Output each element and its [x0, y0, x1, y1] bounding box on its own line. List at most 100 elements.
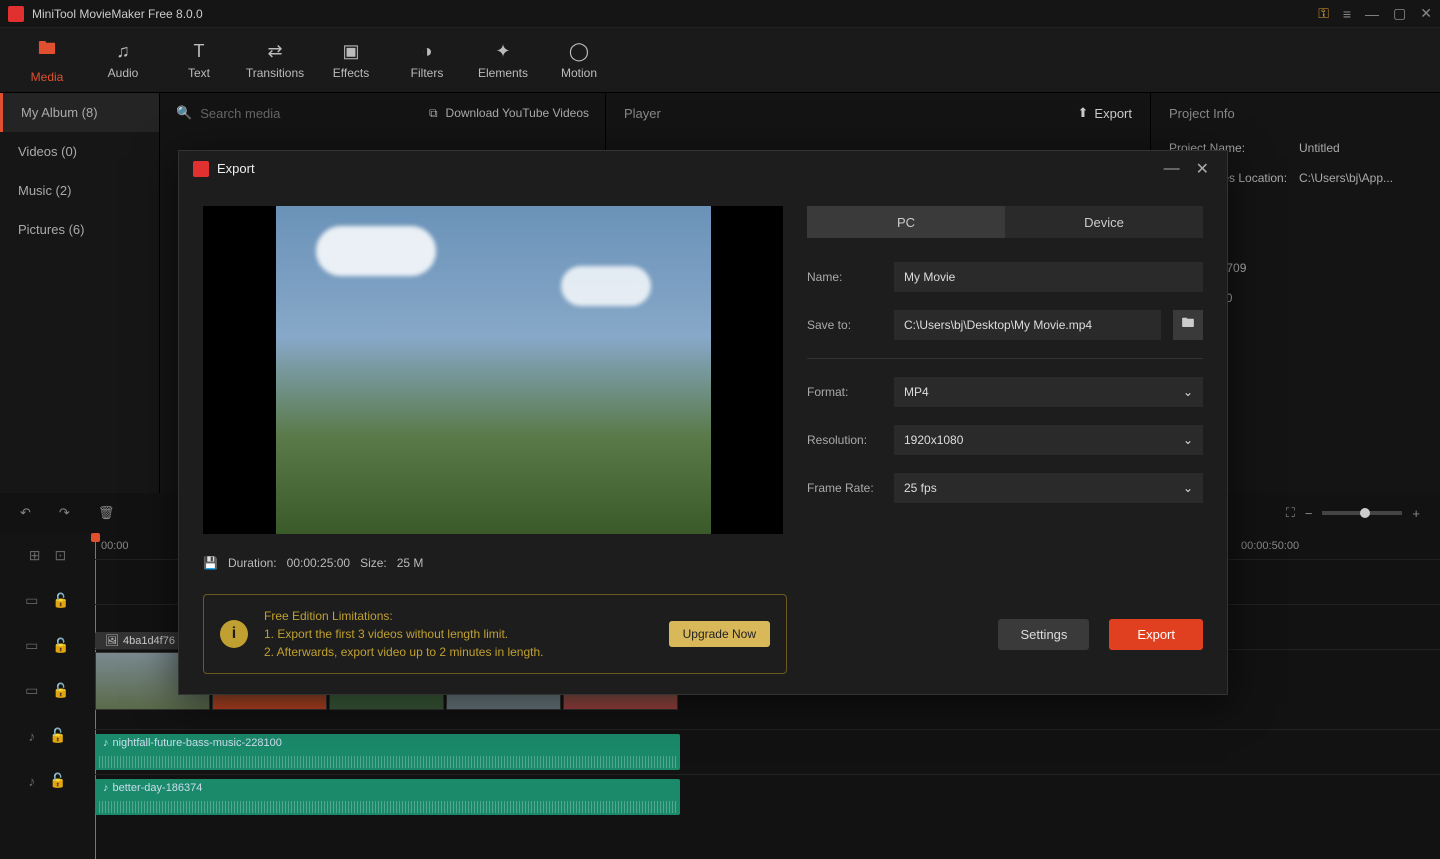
audio-track-icon: ♪: [28, 773, 35, 789]
chevron-down-icon: ⌄: [1183, 481, 1193, 495]
tab-transitions[interactable]: ⇄Transitions: [240, 28, 310, 92]
export-top-button[interactable]: ⬆ Export: [1078, 105, 1132, 121]
app-logo-icon: [8, 6, 24, 22]
add-track-icon[interactable]: ⊞: [29, 547, 41, 564]
clip-label: 🖼4ba1d4f76: [95, 632, 185, 649]
app-title: MiniTool MovieMaker Free 8.0.0: [32, 7, 1318, 21]
sidebar-item-videos[interactable]: Videos (0): [0, 132, 159, 171]
export-button[interactable]: Export: [1109, 619, 1203, 650]
titlebar: MiniTool MovieMaker Free 8.0.0 ⚿ ≡ — ▢ ✕: [0, 0, 1440, 28]
tab-media[interactable]: 🖿Media: [12, 28, 82, 92]
info-icon: i: [220, 620, 248, 648]
audio-track-icon: ♪: [28, 728, 35, 744]
tab-pc[interactable]: PC: [807, 206, 1005, 238]
audio-clip[interactable]: ♪better-day-186374: [95, 779, 680, 815]
video-track-icon: ▭: [25, 637, 38, 654]
export-icon: ⬆: [1078, 105, 1089, 121]
menu-icon[interactable]: ≡: [1343, 6, 1351, 22]
search-input[interactable]: 🔍 Search media: [176, 105, 409, 121]
limit-title: Free Edition Limitations:: [264, 607, 653, 625]
save-icon: 💾: [203, 556, 218, 570]
size-value: 25 M: [397, 556, 424, 570]
browse-button[interactable]: 🖿: [1173, 310, 1203, 340]
maximize-icon[interactable]: ▢: [1393, 5, 1406, 22]
duration-value: 00:00:25:00: [287, 556, 350, 570]
redo-icon[interactable]: ↷: [59, 505, 70, 521]
main-toolbar: 🖿Media ♫Audio TText ⇄Transitions ▣Effect…: [0, 28, 1440, 93]
upgrade-button[interactable]: Upgrade Now: [669, 621, 770, 647]
size-label: Size:: [360, 556, 387, 570]
modal-minimize-icon[interactable]: —: [1160, 160, 1184, 178]
folder-icon: 🖿: [38, 36, 56, 66]
name-input[interactable]: [894, 262, 1203, 292]
lock-icon[interactable]: 🔓: [49, 727, 66, 744]
chevron-down-icon: ⌄: [1183, 385, 1193, 399]
motion-icon: ◯: [569, 41, 589, 62]
media-sidebar: My Album (8) Videos (0) Music (2) Pictur…: [0, 93, 160, 493]
format-label: Format:: [807, 385, 882, 399]
close-icon[interactable]: ✕: [1420, 5, 1432, 22]
tab-device[interactable]: Device: [1005, 206, 1203, 238]
filters-icon: ◑: [422, 41, 433, 62]
sidebar-item-album[interactable]: My Album (8): [0, 93, 159, 132]
export-modal: Export — ✕ 💾 Duration: 00:00:25:00 Size:…: [178, 150, 1228, 695]
tab-audio[interactable]: ♫Audio: [88, 28, 158, 92]
resolution-select[interactable]: 1920x1080⌄: [894, 425, 1203, 455]
music-note-icon: ♪: [103, 737, 109, 749]
limit-line-1: 1. Export the first 3 videos without len…: [264, 625, 653, 643]
search-icon: 🔍: [176, 105, 192, 121]
framerate-select[interactable]: 25 fps⌄: [894, 473, 1203, 503]
zoom-in-icon[interactable]: +: [1412, 506, 1420, 521]
undo-icon[interactable]: ↶: [20, 505, 31, 521]
limit-line-2: 2. Afterwards, export video up to 2 minu…: [264, 643, 653, 661]
modal-title-text: Export: [217, 161, 255, 176]
tab-text[interactable]: TText: [164, 28, 234, 92]
preview-image: [276, 206, 711, 534]
folder-icon: 🖿: [1181, 314, 1194, 336]
music-note-icon: ♪: [103, 782, 109, 794]
video-track-icon: ▭: [25, 592, 38, 609]
saveto-label: Save to:: [807, 318, 882, 332]
format-select[interactable]: MP4⌄: [894, 377, 1203, 407]
tab-elements[interactable]: ✦Elements: [468, 28, 538, 92]
sidebar-item-pictures[interactable]: Pictures (6): [0, 210, 159, 249]
duration-label: Duration:: [228, 556, 277, 570]
tab-motion[interactable]: ◯Motion: [544, 28, 614, 92]
lock-icon[interactable]: 🔓: [52, 682, 69, 699]
project-loc-value: C:\Users\bj\App...: [1299, 171, 1393, 185]
modal-close-icon[interactable]: ✕: [1192, 159, 1213, 179]
transition-icon: ⇄: [267, 41, 282, 62]
limitation-notice: i Free Edition Limitations: 1. Export th…: [203, 594, 787, 674]
download-youtube-button[interactable]: ⧉ Download YouTube Videos: [429, 106, 589, 121]
lock-icon[interactable]: 🔓: [49, 772, 66, 789]
zoom-out-icon[interactable]: −: [1305, 506, 1313, 521]
modal-logo-icon: [193, 161, 209, 177]
video-track-icon: ▭: [25, 682, 38, 699]
minimize-icon[interactable]: —: [1365, 6, 1379, 22]
fit-icon[interactable]: ⛶: [1286, 505, 1295, 521]
download-icon: ⧉: [429, 106, 438, 121]
sidebar-item-music[interactable]: Music (2): [0, 171, 159, 210]
zoom-slider[interactable]: [1322, 511, 1402, 515]
lock-icon[interactable]: 🔓: [52, 637, 69, 654]
audio-clip[interactable]: ♪nightfall-future-bass-music-228100: [95, 734, 680, 770]
lock-icon[interactable]: 🔓: [52, 592, 69, 609]
chevron-down-icon: ⌄: [1183, 433, 1193, 447]
tab-filters[interactable]: ◑Filters: [392, 28, 462, 92]
player-title: Player: [624, 106, 661, 121]
image-icon: 🖼: [105, 634, 119, 647]
resolution-label: Resolution:: [807, 433, 882, 447]
tab-effects[interactable]: ▣Effects: [316, 28, 386, 92]
delete-icon[interactable]: 🗑: [98, 505, 115, 521]
settings-button[interactable]: Settings: [998, 619, 1089, 650]
music-icon: ♫: [116, 41, 130, 62]
key-icon[interactable]: ⚿: [1318, 5, 1329, 22]
project-info-title: Project Info: [1169, 106, 1235, 121]
export-preview: [203, 206, 783, 534]
name-label: Name:: [807, 270, 882, 284]
text-icon: T: [194, 41, 205, 62]
framerate-label: Frame Rate:: [807, 481, 882, 495]
saveto-input[interactable]: [894, 310, 1161, 340]
track-options-icon[interactable]: ⊡: [55, 547, 67, 564]
elements-icon: ✦: [495, 41, 510, 62]
